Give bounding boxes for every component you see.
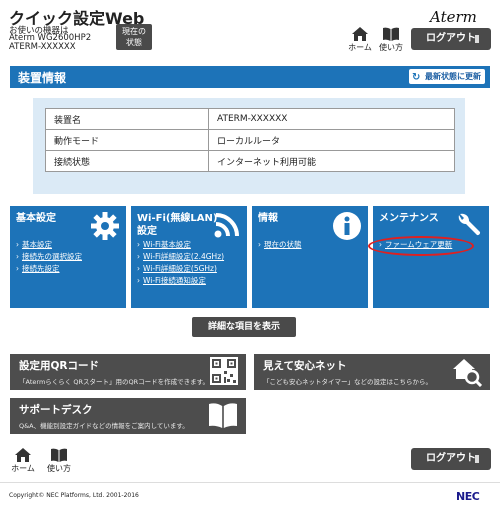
card-title: 設定用QRコード <box>19 360 100 372</box>
row-value: インターネット利用可能 <box>208 150 455 172</box>
logout-label: ログアウト <box>426 33 476 44</box>
help-nav[interactable]: 使い方 <box>376 27 406 53</box>
tile-title: 基本設定 <box>16 213 56 224</box>
card-title: サポートデスク <box>19 404 93 416</box>
card-title: 見えて安心ネット <box>263 360 347 372</box>
table-row: 装置名 ATERM-XXXXXX <box>45 108 455 130</box>
link-wifi-basic[interactable]: Wi-Fi基本設定 <box>137 239 224 251</box>
tile-links: 基本設定 接続先の選択設定 接続先設定 <box>16 239 82 275</box>
qr-code-card[interactable]: 設定用QRコード 「Atermらくらく QRスタート」用のQRコードを作成できま… <box>10 354 246 390</box>
row-value: ローカルルータ <box>208 129 455 151</box>
tile-links: Wi-Fi基本設定 Wi-Fi詳細設定(2.4GHz) Wi-Fi詳細設定(5G… <box>137 239 224 287</box>
logout-label: ログアウト <box>426 453 476 464</box>
device-info-panel: 装置名 ATERM-XXXXXX 動作モード ローカルルータ 接続状態 インター… <box>33 98 465 194</box>
link-basic-settings[interactable]: 基本設定 <box>16 239 82 251</box>
support-desk-card[interactable]: サポートデスク Q&A、機能別設定ガイドなどの情報をご案内しています。 <box>10 398 246 434</box>
qr-code-icon <box>210 357 238 385</box>
tile-title: メンテナンス <box>379 213 439 224</box>
home-icon <box>352 27 368 41</box>
footer-divider <box>0 482 500 483</box>
home-nav[interactable]: ホーム <box>345 27 375 53</box>
button-grip-icon <box>475 455 479 463</box>
home-icon <box>15 448 31 462</box>
tile-links: 現在の状態 <box>258 239 302 251</box>
info-icon <box>333 212 361 240</box>
tile-title-line-2: 設定 <box>137 226 157 237</box>
refresh-label: 最新状態に更新 <box>425 72 481 81</box>
table-row: 動作モード ローカルルータ <box>45 129 455 151</box>
row-value: ATERM-XXXXXX <box>208 108 455 130</box>
link-connection-settings[interactable]: 接続先設定 <box>16 263 82 275</box>
table-row: 接続状態 インターネット利用可能 <box>45 150 455 172</box>
gear-icon <box>91 212 119 240</box>
footer-help-nav[interactable]: 使い方 <box>44 448 74 474</box>
link-wifi-detail-5[interactable]: Wi-Fi詳細設定(5GHz) <box>137 263 224 275</box>
refresh-button[interactable]: ↻ 最新状態に更新 <box>409 69 485 84</box>
wrench-icon <box>458 213 481 236</box>
help-label: 使い方 <box>379 43 403 52</box>
wifi-icon <box>214 213 239 238</box>
current-status-label-1: 現在の <box>122 27 146 36</box>
logout-button[interactable]: ログアウト <box>411 28 491 50</box>
home-label: ホーム <box>11 464 35 473</box>
current-status-label-2: 状態 <box>126 38 142 47</box>
copyright: Copyright© NEC Platforms, Ltd. 2001-2016 <box>9 492 139 499</box>
show-details-button[interactable]: 詳細な項目を表示 <box>192 317 296 337</box>
device-info-header: 装置情報 ↻ 最新状態に更新 <box>10 66 490 88</box>
card-desc: Q&A、機能別設定ガイドなどの情報をご案内しています。 <box>19 422 189 430</box>
tile-basic-settings[interactable]: 基本設定 基本設定 接続先の選択設定 接続先設定 <box>10 206 126 308</box>
device-info-title: 装置情報 <box>18 71 67 85</box>
firmware-highlight-ring <box>368 236 474 256</box>
tile-wifi-settings[interactable]: Wi-Fi(無線LAN) 設定 Wi-Fi基本設定 Wi-Fi詳細設定(2.4G… <box>131 206 247 308</box>
card-desc: 「Atermらくらく QRスタート」用のQRコードを作成できます。 <box>19 378 209 386</box>
help-label: 使い方 <box>47 464 71 473</box>
device-name: ATERM-XXXXXX <box>9 42 76 52</box>
tile-information[interactable]: 情報 現在の状態 <box>252 206 368 308</box>
button-grip-icon <box>475 35 479 43</box>
card-desc: 「こども安心ネットタイマー」などの設定はこちらから。 <box>263 378 432 386</box>
tile-maintenance[interactable]: メンテナンス ファームウェア更新 <box>373 206 489 308</box>
aterm-logo: Aterm <box>430 8 477 26</box>
house-search-icon <box>453 359 482 387</box>
link-wifi-detail-24[interactable]: Wi-Fi詳細設定(2.4GHz) <box>137 251 224 263</box>
tile-title: 情報 <box>258 213 278 224</box>
safe-net-card[interactable]: 見えて安心ネット 「こども安心ネットタイマー」などの設定はこちらから。 <box>254 354 490 390</box>
nec-logo: NEC <box>456 490 480 503</box>
link-current-status[interactable]: 現在の状態 <box>258 239 302 251</box>
footer-logout-button[interactable]: ログアウト <box>411 448 491 470</box>
book-icon <box>383 27 399 41</box>
row-key: 動作モード <box>45 129 209 151</box>
row-key: 装置名 <box>45 108 209 130</box>
book-icon <box>51 448 67 462</box>
link-wifi-notify[interactable]: Wi-Fi接続通知設定 <box>137 275 224 287</box>
link-connection-select[interactable]: 接続先の選択設定 <box>16 251 82 263</box>
row-key: 接続状態 <box>45 150 209 172</box>
home-label: ホーム <box>348 43 372 52</box>
current-status-button[interactable]: 現在の 状態 <box>116 24 152 50</box>
refresh-icon: ↻ <box>412 72 421 83</box>
footer-home-nav[interactable]: ホーム <box>8 448 38 474</box>
tile-title: Wi-Fi(無線LAN) 設定 <box>137 212 218 238</box>
tile-title-line-1: Wi-Fi(無線LAN) <box>137 213 218 224</box>
book-icon <box>209 403 237 428</box>
device-info-table: 装置名 ATERM-XXXXXX 動作モード ローカルルータ 接続状態 インター… <box>45 108 455 172</box>
